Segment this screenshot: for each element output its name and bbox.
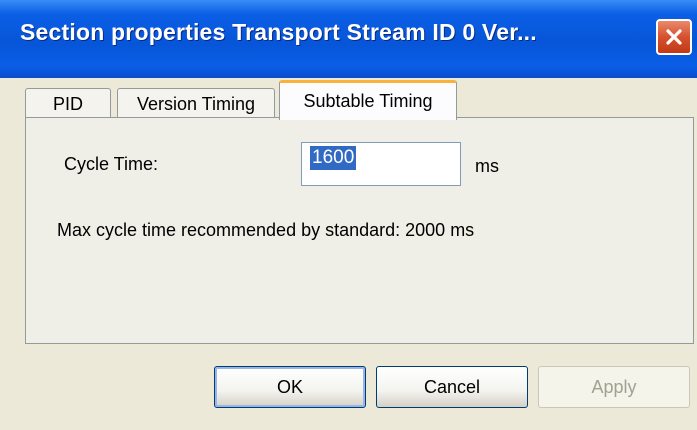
close-icon [666, 29, 682, 45]
cycle-time-input[interactable]: 1600 [301, 142, 461, 186]
cycle-time-unit: ms [475, 156, 499, 176]
cycle-time-label: Cycle Time: [64, 154, 159, 174]
tab-subtable-timing[interactable]: Subtable Timing [279, 80, 457, 120]
tab-pid[interactable]: PID [25, 88, 111, 120]
ok-button[interactable]: OK [214, 366, 366, 408]
cancel-button[interactable]: Cancel [376, 366, 528, 408]
cancel-button-label: Cancel [423, 376, 481, 397]
title-bar[interactable]: Section properties Transport Stream ID 0… [0, 0, 697, 78]
tab-label: Version Timing [136, 94, 256, 114]
cycle-time-value: 1600 [310, 146, 357, 170]
tab-strip: PID Version Timing Subtable Timing [0, 78, 697, 120]
apply-button[interactable]: Apply [538, 366, 690, 408]
apply-button-label: Apply [591, 376, 637, 397]
tab-label: PID [52, 94, 83, 114]
window-title: Section properties Transport Stream ID 0… [20, 19, 537, 45]
ok-button-label: OK [276, 376, 303, 397]
max-cycle-note: Max cycle time recommended by standard: … [57, 220, 475, 240]
tab-version-timing[interactable]: Version Timing [117, 88, 275, 120]
close-button[interactable] [656, 19, 692, 55]
tab-label: Subtable Timing [303, 91, 433, 111]
